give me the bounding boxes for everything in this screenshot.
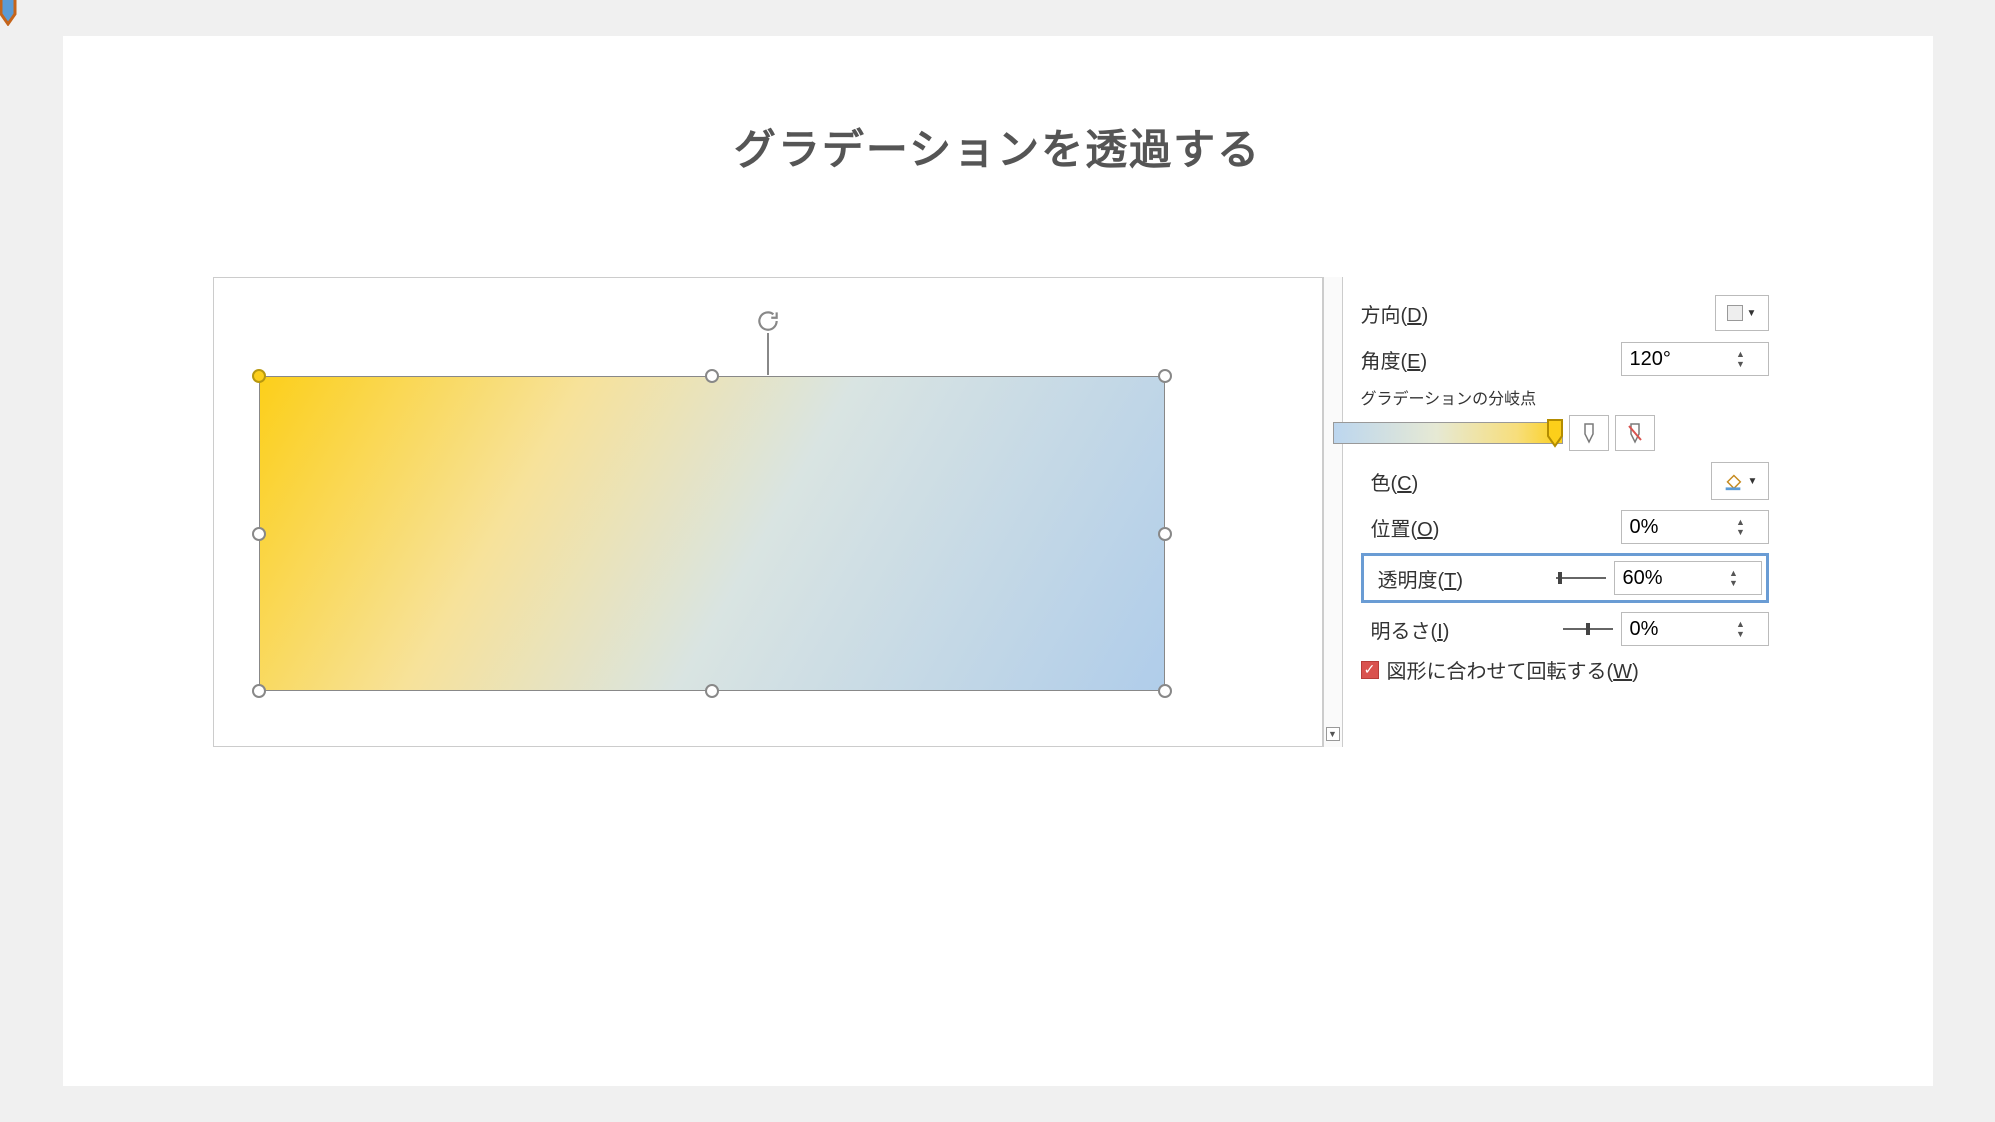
chevron-down-icon: ▼ (1747, 308, 1757, 319)
direction-row: 方向(D) ▼ (1361, 293, 1769, 333)
brightness-slider[interactable] (1563, 628, 1613, 630)
resize-handle[interactable] (1158, 527, 1172, 541)
transparency-highlight: 透明度(T) ▲▼ (1361, 553, 1769, 603)
brightness-spinner[interactable]: ▲▼ (1621, 612, 1769, 646)
direction-picker-button[interactable]: ▼ (1715, 295, 1769, 331)
format-shape-panel: 方向(D) ▼ 角度(E) ▲▼ グラデーションの分岐点 (1343, 277, 1783, 694)
brightness-row: 明るさ(I) ▲▼ (1361, 609, 1769, 649)
spin-up-icon[interactable]: ▲ (1732, 349, 1750, 359)
transparency-input[interactable] (1615, 563, 1725, 594)
resize-handle[interactable] (705, 369, 719, 383)
resize-handle[interactable] (1158, 684, 1172, 698)
gradient-stop-marker[interactable] (0, 0, 18, 26)
color-row: 色(C) ▼ (1361, 461, 1769, 501)
gradient-stop-marker[interactable] (1545, 418, 1565, 448)
spin-down-icon[interactable]: ▼ (1732, 359, 1750, 369)
spin-up-icon[interactable]: ▲ (1725, 568, 1743, 578)
add-stop-icon (1579, 422, 1599, 444)
angle-row: 角度(E) ▲▼ (1361, 339, 1769, 379)
brightness-input[interactable] (1622, 614, 1732, 645)
slide-canvas[interactable] (213, 277, 1323, 747)
transparency-row: 透明度(T) ▲▼ (1368, 558, 1762, 598)
angle-spinner[interactable]: ▲▼ (1621, 342, 1769, 376)
paint-bucket-icon (1722, 470, 1744, 492)
add-gradient-stop-button[interactable] (1569, 415, 1609, 451)
angle-label: 角度(E) (1361, 345, 1428, 374)
transparency-label: 透明度(T) (1378, 564, 1464, 593)
direction-label: 方向(D) (1361, 299, 1429, 328)
resize-handle[interactable] (252, 684, 266, 698)
gradient-stops-bar[interactable] (1333, 422, 1563, 444)
remove-stop-icon (1625, 422, 1645, 444)
panel-scrollbar[interactable]: ▼ (1323, 277, 1343, 747)
position-spinner[interactable]: ▲▼ (1621, 510, 1769, 544)
spin-up-icon[interactable]: ▲ (1732, 517, 1750, 527)
gradient-stops-row (1361, 415, 1769, 451)
spin-down-icon[interactable]: ▼ (1725, 578, 1743, 588)
resize-handle[interactable] (705, 684, 719, 698)
screenshot-region: ▼ 方向(D) ▼ 角度(E) ▲▼ (213, 277, 1783, 747)
content-card: グラデーションを透過する ▼ (63, 36, 1933, 1086)
color-picker-button[interactable]: ▼ (1711, 462, 1769, 500)
page-title: グラデーションを透過する (734, 116, 1261, 177)
rotate-handle-line (767, 333, 769, 375)
brightness-label: 明るさ(I) (1371, 615, 1450, 644)
gradient-stops-label: グラデーションの分岐点 (1361, 385, 1769, 409)
color-label: 色(C) (1371, 467, 1419, 496)
rotate-with-shape-label: 図形に合わせて回転する(W) (1387, 655, 1639, 684)
resize-handle[interactable] (252, 369, 266, 383)
direction-preview-icon (1727, 305, 1743, 321)
position-label: 位置(O) (1371, 513, 1440, 542)
rotate-with-shape-checkbox[interactable]: ✓ (1361, 661, 1379, 679)
spin-down-icon[interactable]: ▼ (1732, 527, 1750, 537)
resize-handle[interactable] (1158, 369, 1172, 383)
chevron-down-icon: ▼ (1748, 476, 1758, 487)
scroll-down-icon[interactable]: ▼ (1326, 727, 1340, 741)
position-input[interactable] (1622, 512, 1732, 543)
spin-down-icon[interactable]: ▼ (1732, 629, 1750, 639)
gradient-rectangle-shape[interactable] (259, 376, 1165, 691)
remove-gradient-stop-button[interactable] (1615, 415, 1655, 451)
rotate-with-shape-row: ✓ 図形に合わせて回転する(W) (1361, 655, 1769, 684)
resize-handle[interactable] (252, 527, 266, 541)
transparency-spinner[interactable]: ▲▼ (1614, 561, 1762, 595)
position-row: 位置(O) ▲▼ (1361, 507, 1769, 547)
transparency-slider[interactable] (1556, 577, 1606, 579)
angle-input[interactable] (1622, 344, 1732, 375)
spin-up-icon[interactable]: ▲ (1732, 619, 1750, 629)
